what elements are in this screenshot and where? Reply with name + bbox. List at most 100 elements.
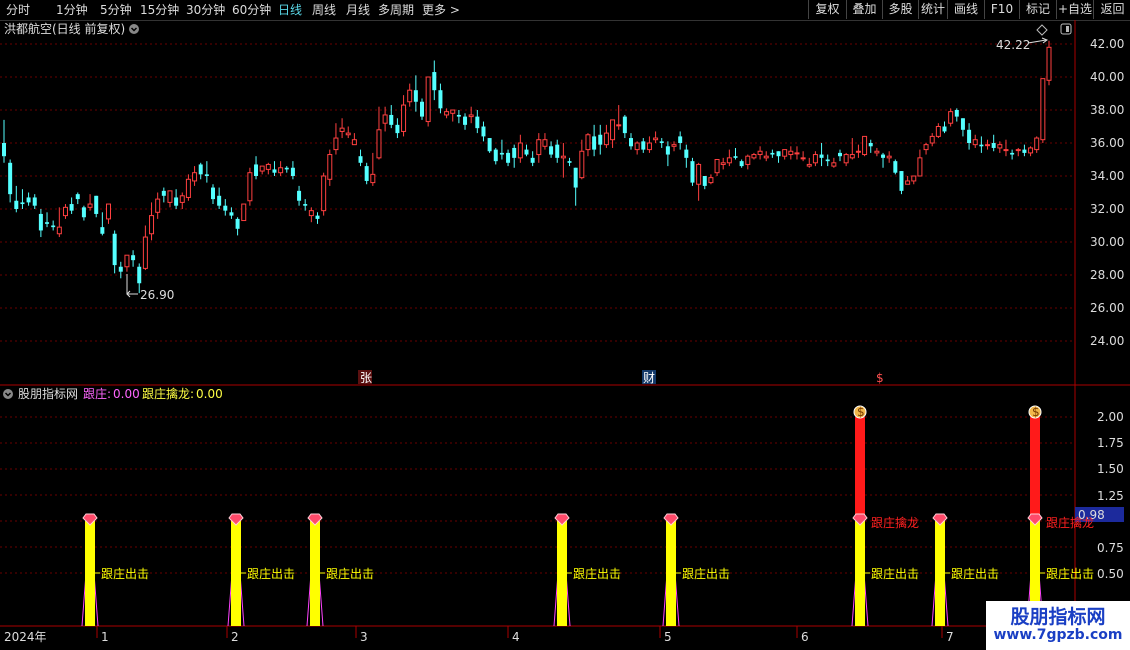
add-watchlist-button[interactable]: +自选 xyxy=(1056,0,1093,19)
candle-body xyxy=(87,203,93,208)
back-button[interactable]: 返回 xyxy=(1093,0,1130,19)
candle-body xyxy=(14,200,19,209)
multi-stock-button[interactable]: 多股 xyxy=(882,0,918,19)
candle-body xyxy=(223,205,228,211)
watermark-title: 股朋指标网 xyxy=(1010,606,1106,628)
watermark-url: www.7gpzb.com xyxy=(993,627,1123,643)
candle-body xyxy=(942,126,947,132)
period-tab-weekly[interactable]: 周线 xyxy=(312,2,336,18)
period-tab-1min[interactable]: 1分钟 xyxy=(56,2,88,18)
period-tab-daily[interactable]: 日线 xyxy=(278,2,302,18)
candle-body xyxy=(524,149,529,155)
candle-body xyxy=(2,143,6,157)
candle-body xyxy=(585,134,591,151)
diamond-icon[interactable] xyxy=(1036,24,1048,36)
candle-body xyxy=(456,114,461,117)
candle-body xyxy=(862,135,868,156)
period-tab-more[interactable]: 更多 > xyxy=(422,2,460,18)
candle-body xyxy=(622,116,627,134)
candle-body xyxy=(616,124,622,127)
signal-label: 跟庄出击 xyxy=(951,566,999,581)
candle-body xyxy=(376,129,382,159)
signal-bar xyxy=(935,521,945,626)
candle-body xyxy=(259,165,265,172)
dragon-bar xyxy=(1030,417,1040,521)
candle-body xyxy=(641,141,646,150)
candle-body xyxy=(211,187,215,200)
candle-body xyxy=(425,76,431,123)
candle-body xyxy=(997,144,1003,149)
period-tab-fenshi[interactable]: 分时 xyxy=(6,2,30,18)
f10-button[interactable]: F10 xyxy=(984,0,1019,19)
event-marker-zhang[interactable]: 张 xyxy=(360,371,372,385)
candle-body xyxy=(420,101,424,117)
period-tab-30min[interactable]: 30分钟 xyxy=(186,2,225,18)
price-tick: 28.00 xyxy=(1090,268,1124,282)
overlay-button[interactable]: 叠加 xyxy=(846,0,882,19)
indicator-tick: 1.75 xyxy=(1097,436,1124,450)
candle-body xyxy=(911,175,917,182)
dragon-label: 跟庄擒龙 xyxy=(871,515,919,530)
candle-body xyxy=(1022,149,1027,153)
candle-body xyxy=(555,144,560,158)
candle-body xyxy=(665,146,670,155)
candle-body xyxy=(979,144,984,147)
candle-body xyxy=(714,159,720,174)
candle-body xyxy=(438,90,443,109)
month-label: 4 xyxy=(512,630,520,644)
period-tab-monthly[interactable]: 月线 xyxy=(346,2,370,18)
signal-label: 跟庄出击 xyxy=(326,566,374,581)
signal-bar xyxy=(85,521,95,626)
candle-body xyxy=(339,127,345,132)
candle-body xyxy=(917,157,923,177)
mark-button[interactable]: 标记 xyxy=(1019,0,1056,19)
candle-body xyxy=(364,166,369,181)
candle-body xyxy=(131,255,136,261)
candle-body xyxy=(137,266,142,284)
candle-body xyxy=(782,149,788,157)
candle-body xyxy=(38,213,43,231)
chevron-down-icon[interactable] xyxy=(3,389,13,399)
candle-body xyxy=(745,155,751,165)
candle-body xyxy=(726,157,732,164)
chevron-down-icon[interactable] xyxy=(129,24,139,34)
fuquan-button[interactable]: 复权 xyxy=(808,0,846,19)
candle-body xyxy=(1046,46,1052,81)
candle-body xyxy=(733,156,738,158)
candle-body xyxy=(174,197,179,206)
candle-body xyxy=(395,124,400,134)
candle-body xyxy=(1034,137,1040,151)
period-tab-multi[interactable]: 多周期 xyxy=(378,2,414,18)
candle-body xyxy=(696,163,702,185)
low-arrow xyxy=(126,274,138,295)
candle-body xyxy=(247,172,253,202)
stats-button[interactable]: 统计 xyxy=(918,0,947,19)
watermark-logo: 股朋指标网 www.7gpzb.com xyxy=(986,601,1130,650)
draw-line-button[interactable]: 画线 xyxy=(947,0,984,19)
candle-body xyxy=(75,194,80,200)
candle-body xyxy=(100,227,105,234)
period-tab-60min[interactable]: 60分钟 xyxy=(232,2,271,18)
stock-title: 洪都航空(日线 前复权) xyxy=(4,21,125,36)
candle-body xyxy=(610,119,616,141)
signal-label: 跟庄出击 xyxy=(1046,566,1094,581)
indicator-name: 股朋指标网 xyxy=(18,386,78,401)
money-bag-glyph: $ xyxy=(1032,405,1040,419)
candle-body xyxy=(567,161,572,163)
candle-body xyxy=(739,161,744,167)
period-tab-15min[interactable]: 15分钟 xyxy=(140,2,179,18)
candle-body xyxy=(720,162,726,165)
candle-body xyxy=(235,218,240,229)
candle-body xyxy=(20,202,25,205)
event-marker-dollar[interactable]: $ xyxy=(876,371,884,385)
event-marker-cai[interactable]: 财 xyxy=(643,371,655,385)
indicator-gridlines xyxy=(0,416,1075,574)
period-tab-5min[interactable]: 5分钟 xyxy=(100,2,132,18)
candle-body xyxy=(849,154,855,159)
candle-body xyxy=(708,177,714,184)
candle-body xyxy=(542,139,548,147)
candle-body xyxy=(530,157,535,163)
candle-body xyxy=(899,171,904,191)
candle-body xyxy=(327,154,333,180)
month-label: 5 xyxy=(664,630,672,644)
